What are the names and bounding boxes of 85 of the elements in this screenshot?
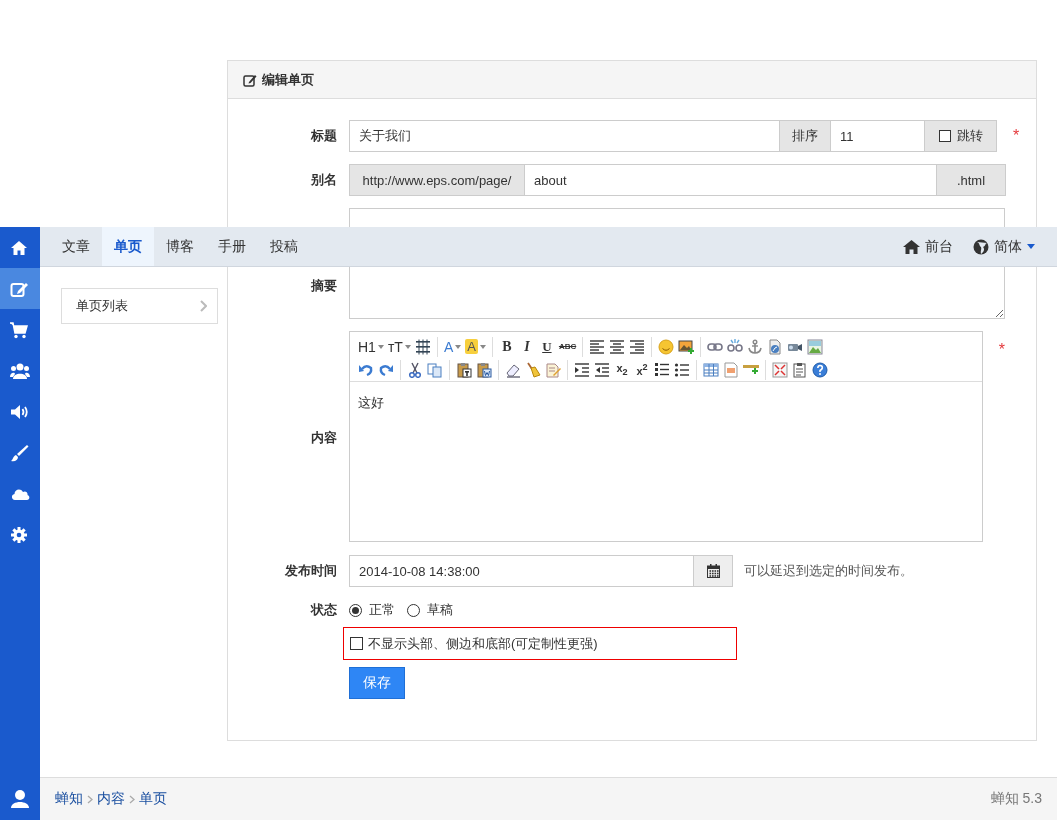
breadcrumb-link[interactable]: 单页: [139, 790, 167, 808]
cart-icon: [10, 320, 30, 339]
superscript-button[interactable]: x$^{2}$: [632, 359, 652, 380]
required-mark: *: [1013, 127, 1020, 145]
chevron-right-icon: [200, 300, 207, 312]
subscript-button[interactable]: x$_{2}$: [612, 359, 632, 380]
image-add-icon[interactable]: [678, 338, 695, 355]
submenu-item[interactable]: 单页列表: [61, 288, 218, 324]
italic-button[interactable]: I: [516, 336, 537, 357]
font-color-button[interactable]: A: [441, 336, 464, 357]
rich-text-editor[interactable]: H1 тT A A B I U ABC x$_{2}$ x$^{2}$ 这好: [349, 331, 983, 542]
version-label: 蝉知 5.3: [990, 790, 1042, 808]
jump-checkbox[interactable]: 跳转: [924, 120, 997, 152]
numbered-list-icon[interactable]: [654, 361, 670, 378]
field-label: 别名: [310, 171, 338, 189]
calendar-button[interactable]: [693, 555, 733, 587]
field-label: 状态: [309, 601, 338, 619]
editor-text: 这好: [358, 395, 384, 410]
users-icon: [10, 361, 30, 380]
align-right-icon[interactable]: [629, 338, 646, 355]
fullscreen-icon[interactable]: [772, 361, 788, 378]
align-center-icon[interactable]: [609, 338, 626, 355]
bold-button[interactable]: B: [496, 336, 517, 357]
clipboard-icon[interactable]: [792, 361, 808, 378]
user-icon: [10, 789, 30, 809]
indent-icon[interactable]: [574, 361, 590, 378]
checkbox-label: 不显示头部、侧边和底部(可定制性更强): [368, 634, 598, 653]
breadcrumb-link[interactable]: 蝉知: [55, 790, 83, 808]
broken-link-icon[interactable]: [727, 338, 744, 355]
bulleted-list-icon[interactable]: [674, 361, 690, 378]
caret-icon[interactable]: [479, 344, 486, 349]
sidebar-item[interactable]: [0, 268, 40, 309]
radio-option[interactable]: 草稿: [407, 601, 453, 619]
required-mark: *: [998, 341, 1005, 358]
edit-icon: [243, 72, 257, 87]
gear-icon: [10, 525, 30, 544]
panel-title: 编辑单页: [262, 70, 314, 89]
caret-icon[interactable]: [455, 344, 462, 349]
table-icon[interactable]: [703, 361, 719, 378]
radio-option[interactable]: 正常: [349, 601, 395, 619]
highlight-button[interactable]: A: [463, 336, 488, 357]
speaker-icon: [10, 402, 30, 421]
nav-tab[interactable]: 文章: [50, 227, 102, 266]
document-icon[interactable]: [767, 338, 784, 355]
scissors-icon[interactable]: [407, 361, 423, 378]
frontend-link[interactable]: 前台: [893, 227, 963, 266]
nav-tab[interactable]: 投稿: [258, 227, 310, 266]
help-text: 可以延迟到选定的时间发布。: [744, 562, 913, 580]
language-menu[interactable]: 简体: [963, 227, 1057, 266]
order-field[interactable]: 11: [830, 120, 925, 152]
save-button[interactable]: 保存: [349, 667, 405, 699]
copy-icon[interactable]: [427, 361, 443, 378]
calendar-icon: [706, 564, 720, 578]
help-icon[interactable]: [812, 361, 828, 378]
toolbar-button[interactable]: H1: [356, 336, 386, 357]
nav-tab[interactable]: 手册: [206, 227, 258, 266]
field-label: 摘要: [310, 276, 338, 295]
field-label: 标题: [310, 127, 338, 145]
strikethrough-button[interactable]: ABC: [556, 336, 579, 357]
title-field[interactable]: 关于我们: [349, 120, 780, 152]
line-spacing-icon[interactable]: [414, 338, 431, 355]
chevron-right-icon: [87, 794, 93, 804]
brush-icon: [10, 443, 30, 462]
url-suffix: .html: [936, 164, 1006, 196]
url-prefix: http://www.eps.com/page/: [349, 164, 525, 196]
alias-field[interactable]: about: [524, 164, 937, 196]
field-label: 发布时间: [284, 562, 338, 580]
broom-icon[interactable]: [525, 361, 541, 378]
caret-icon[interactable]: [404, 344, 411, 349]
anchor-icon[interactable]: [747, 338, 764, 355]
underline-button[interactable]: U: [536, 336, 557, 357]
nav-tab[interactable]: 博客: [154, 227, 206, 266]
breadcrumb-link[interactable]: 内容: [97, 790, 125, 808]
outdent-icon[interactable]: [594, 361, 610, 378]
nav-tab[interactable]: 单页: [102, 227, 154, 266]
toolbar-button[interactable]: тT: [385, 336, 413, 357]
align-left-icon[interactable]: [589, 338, 606, 355]
checkbox[interactable]: [350, 637, 363, 650]
date-field[interactable]: 2014-10-08 14:38:00: [349, 555, 694, 587]
order-label: 排序: [779, 120, 831, 152]
paste-icon[interactable]: [476, 361, 492, 378]
field-label: 内容: [310, 429, 338, 447]
paste-icon[interactable]: [456, 361, 472, 378]
caret-icon[interactable]: [377, 344, 384, 349]
chevron-right-icon: [129, 794, 135, 804]
